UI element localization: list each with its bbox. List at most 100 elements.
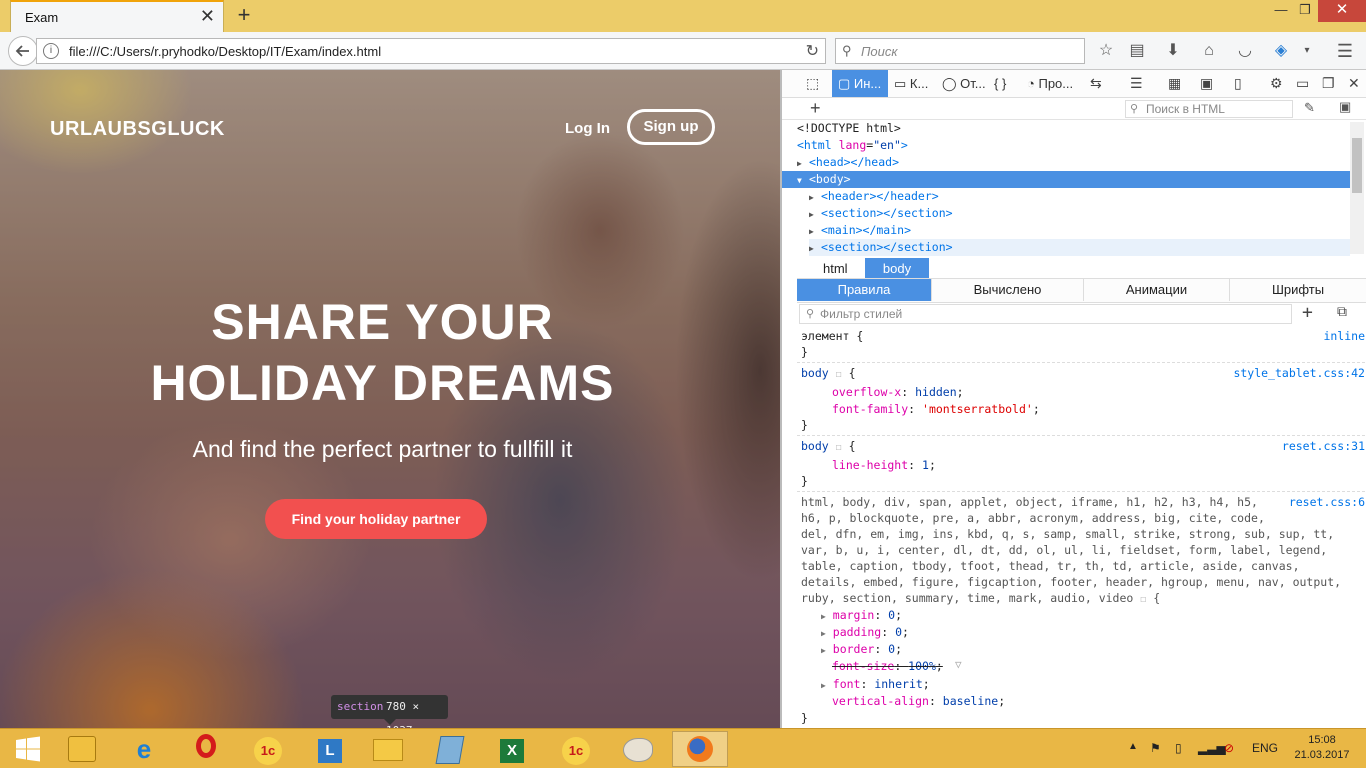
- expand-arrow-icon[interactable]: ▶: [809, 223, 821, 240]
- expand-arrow-icon[interactable]: ▶: [821, 681, 826, 690]
- rule3-selector-line-1[interactable]: html, body, div, span, applet, object, i…: [801, 494, 1258, 510]
- site-logo[interactable]: URLAUBSGLUCK: [50, 118, 225, 141]
- lync-icon[interactable]: L: [302, 731, 358, 767]
- tab-console[interactable]: ▭ К...: [894, 70, 928, 97]
- rule3-selector-line-6[interactable]: details, embed, figure, figcaption, foot…: [801, 574, 1341, 590]
- rule-gear-icon[interactable]: ☐: [836, 442, 842, 453]
- sidebar-toggle-icon[interactable]: ▣: [1339, 99, 1351, 115]
- network-signal-icon[interactable]: ▂▃▅: [1198, 741, 1226, 755]
- opera-icon[interactable]: [178, 731, 234, 767]
- screenshot-icon[interactable]: ▣: [1200, 70, 1213, 97]
- rule3-decl-1[interactable]: ▶ margin: 0;: [821, 607, 902, 623]
- bookmark-star-icon[interactable]: ☆: [1093, 38, 1119, 64]
- tab-animations[interactable]: Анимации: [1084, 279, 1230, 301]
- site-info-icon[interactable]: i: [43, 43, 59, 59]
- rule3-source[interactable]: reset.css:6: [1289, 494, 1365, 510]
- rule1-selector-line[interactable]: body ☐ {: [801, 365, 856, 381]
- paint-icon[interactable]: [610, 731, 666, 767]
- tree-node-doctype[interactable]: <!DOCTYPE html>: [797, 120, 1350, 137]
- login-link[interactable]: Log In: [565, 120, 610, 137]
- rule3-selector-line-7[interactable]: ruby, section, summary, time, mark, audi…: [801, 590, 1160, 606]
- tree-node-section-hovered[interactable]: ▶ <section></section>: [809, 239, 1350, 256]
- tab-inspector[interactable]: ▢ Ин...: [832, 70, 888, 97]
- outlook-icon[interactable]: [54, 731, 110, 767]
- 1c-icon[interactable]: 1c: [548, 731, 604, 767]
- expand-arrow-icon[interactable]: ▶: [809, 240, 821, 257]
- settings-gear-icon[interactable]: ⚙: [1270, 70, 1283, 97]
- tab-exam[interactable]: Exam ✕: [10, 0, 224, 32]
- search-box[interactable]: ⚲ Поиск: [835, 38, 1085, 64]
- tree-node-head[interactable]: ▶ <head></head>: [797, 154, 1350, 171]
- firefox-icon[interactable]: [672, 731, 728, 767]
- tree-node-section[interactable]: ▶ <section></section>: [809, 205, 1362, 222]
- rule1-source[interactable]: style_tablet.css:42: [1233, 365, 1365, 381]
- url-bar[interactable]: i file:///C:/Users/r.pryhodko/Desktop/IT…: [36, 38, 826, 64]
- new-tab-button[interactable]: +: [232, 3, 256, 27]
- start-button[interactable]: [0, 731, 56, 767]
- url-text[interactable]: file:///C:/Users/r.pryhodko/Desktop/IT/E…: [69, 44, 381, 59]
- tab-performance[interactable]: ◔ Про...: [1027, 70, 1073, 97]
- rule2-source[interactable]: reset.css:31: [1282, 438, 1365, 454]
- reading-list-icon[interactable]: ▤: [1124, 38, 1150, 64]
- style-filter-input[interactable]: ⚲ Фильтр стилей: [799, 304, 1292, 324]
- undock-icon[interactable]: ❐: [1322, 70, 1335, 97]
- menu-icon[interactable]: ☰: [1332, 38, 1358, 64]
- storage-icon[interactable]: ☰: [1130, 70, 1143, 97]
- breadcrumb-body[interactable]: body: [865, 258, 929, 280]
- rule3-selector-line-2[interactable]: h6, p, blockquote, pre, a, abbr, acronym…: [801, 510, 1265, 526]
- back-button[interactable]: [8, 36, 38, 66]
- rule3-selector-line-3[interactable]: del, dfn, em, img, ins, kbd, q, s, samp,…: [801, 526, 1334, 542]
- add-node-icon[interactable]: +: [810, 98, 821, 118]
- system-clock[interactable]: 15:08 21.03.2017: [1292, 733, 1352, 763]
- input-language[interactable]: ENG: [1252, 741, 1278, 755]
- signup-button[interactable]: Sign up: [627, 109, 715, 145]
- notebook-icon[interactable]: [422, 731, 478, 767]
- markup-scrollbar[interactable]: [1350, 122, 1364, 254]
- tab-style-editor[interactable]: { }: [994, 70, 1006, 97]
- tab-fonts[interactable]: Шрифты: [1230, 279, 1366, 301]
- element-rule-source[interactable]: inline: [1323, 328, 1365, 344]
- rule1-decl-1[interactable]: overflow-x: hidden;: [832, 384, 964, 400]
- tab-rules[interactable]: Правила: [797, 279, 932, 301]
- filter-overridden-icon[interactable]: ▽: [955, 658, 962, 671]
- close-tab-icon[interactable]: ✕: [200, 7, 215, 25]
- rule1-decl-2[interactable]: font-family: 'montserratbold';: [832, 401, 1040, 417]
- layout-icon[interactable]: ▦: [1168, 70, 1181, 97]
- rule3-decl-5[interactable]: ▶ font: inherit;: [821, 676, 930, 692]
- expand-arrow-icon[interactable]: ▶: [809, 206, 821, 223]
- expand-arrow-icon[interactable]: ▶: [809, 189, 821, 206]
- expand-arrow-icon[interactable]: ▶: [797, 155, 809, 172]
- excel-icon[interactable]: X: [484, 731, 540, 767]
- extension-icon[interactable]: ◈: [1268, 38, 1294, 64]
- rule3-selector-line-5[interactable]: table, caption, tbody, tfoot, thead, tr,…: [801, 558, 1300, 574]
- file-explorer-icon[interactable]: [360, 731, 416, 767]
- 1c-icon[interactable]: 1c: [240, 731, 296, 767]
- volume-muted-icon[interactable]: ⊘: [1224, 741, 1234, 755]
- tree-node-html[interactable]: <html lang="en">: [797, 137, 1350, 154]
- devtools-close-icon[interactable]: ✕: [1348, 70, 1360, 97]
- maximize-button[interactable]: ❐: [1288, 0, 1322, 22]
- show-hidden-icons-icon[interactable]: ▲: [1128, 741, 1138, 752]
- tree-node-header[interactable]: ▶ <header></header>: [809, 188, 1362, 205]
- pick-element-icon[interactable]: ⬚: [806, 70, 819, 97]
- find-partner-button[interactable]: Find your holiday partner: [265, 499, 487, 539]
- rule3-selector-line-4[interactable]: var, b, u, i, center, dl, dt, dd, ol, ul…: [801, 542, 1327, 558]
- tab-computed[interactable]: Вычислено: [932, 279, 1084, 301]
- breadcrumb-html[interactable]: html: [823, 258, 848, 280]
- home-icon[interactable]: ⌂: [1196, 38, 1222, 64]
- expand-arrow-icon[interactable]: ▶: [821, 629, 826, 638]
- tree-node-main[interactable]: ▶ <main></main>: [809, 222, 1362, 239]
- responsive-design-icon[interactable]: ▯: [1234, 70, 1242, 97]
- network-icon[interactable]: ⇆: [1090, 70, 1102, 97]
- battery-icon[interactable]: ▯: [1175, 741, 1182, 755]
- rule3-decl-overridden[interactable]: font-size: 100%;: [832, 658, 943, 674]
- expand-arrow-icon[interactable]: ▶: [821, 612, 826, 621]
- add-rule-icon[interactable]: +: [1302, 302, 1313, 323]
- rule3-decl-2[interactable]: ▶ padding: 0;: [821, 624, 909, 640]
- element-rule-selector[interactable]: элемент {: [801, 328, 863, 344]
- dock-bottom-icon[interactable]: ▭: [1296, 70, 1309, 97]
- rule-gear-icon[interactable]: ☐: [1140, 594, 1146, 605]
- rule-gear-icon[interactable]: ☐: [836, 369, 842, 380]
- tree-node-body-selected[interactable]: ▼ <body>: [782, 171, 1350, 188]
- extension-dropdown-icon[interactable]: ▾: [1294, 38, 1320, 64]
